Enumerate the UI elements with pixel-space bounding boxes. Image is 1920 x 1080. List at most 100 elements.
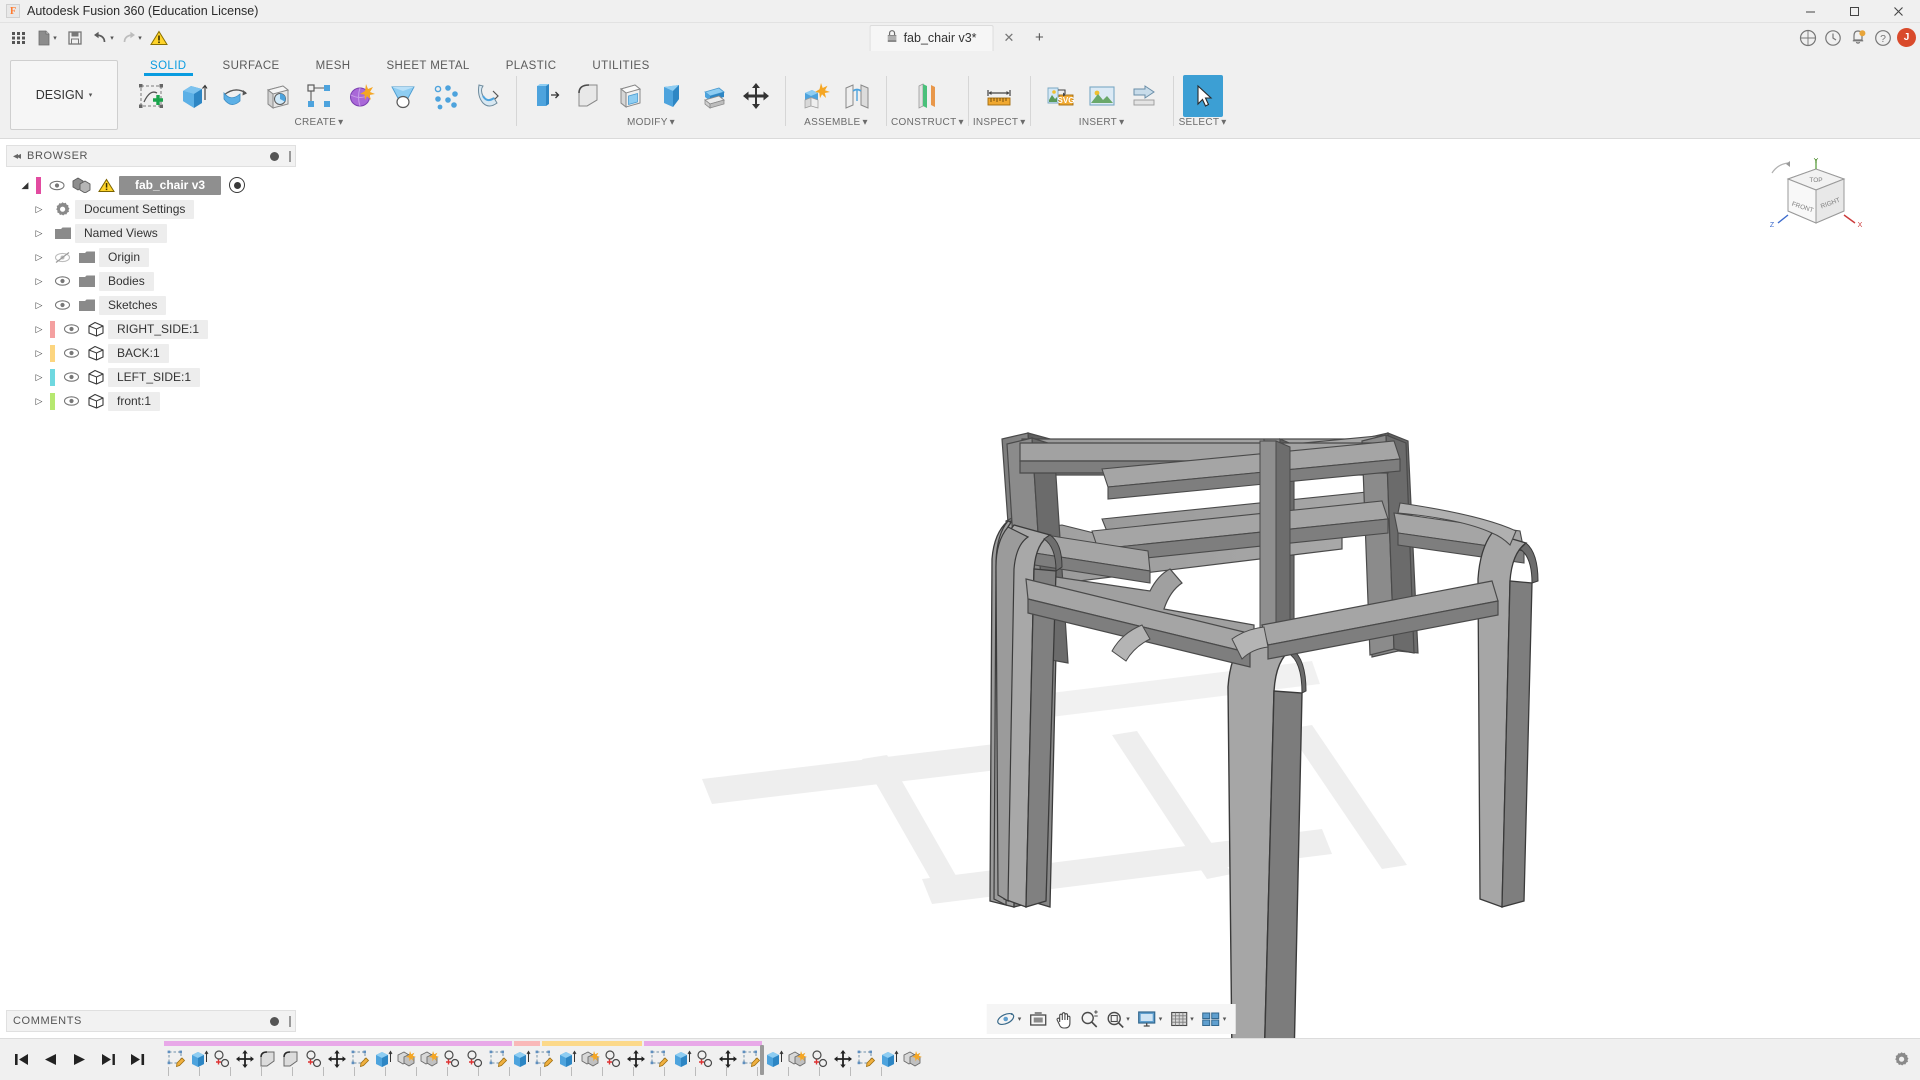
insert-svg-tool[interactable]: SVG xyxy=(1040,75,1080,117)
help-icon[interactable]: ? xyxy=(1872,27,1894,49)
sweep-tool[interactable] xyxy=(257,75,297,117)
tree-item-back[interactable]: ▷ BACK:1 xyxy=(0,341,302,365)
document-tab-fab-chair[interactable]: fab_chair v3* xyxy=(869,24,994,51)
chair-model[interactable] xyxy=(302,139,1920,1038)
workspace-switcher[interactable]: DESIGN ▾ xyxy=(10,60,118,130)
extensions-icon[interactable] xyxy=(1797,27,1819,49)
loft-tool[interactable] xyxy=(383,75,423,117)
tab-utilities[interactable]: UTILITIES xyxy=(574,60,667,74)
shell-tool[interactable] xyxy=(610,75,650,117)
new-tab-button[interactable]: + xyxy=(1028,29,1050,46)
visibility-eye-off-icon[interactable] xyxy=(50,251,74,264)
chevron-down-icon[interactable]: ▾ xyxy=(110,34,114,42)
tab-sheet-metal[interactable]: SHEET METAL xyxy=(368,60,487,74)
view-cube[interactable]: TOP FRONT RIGHT Y X Z xyxy=(1758,157,1868,267)
grid-snap-icon[interactable]: ▾ xyxy=(1166,1006,1197,1032)
select-tool[interactable] xyxy=(1182,75,1223,117)
split-body-tool[interactable] xyxy=(694,75,734,117)
chevron-down-icon[interactable]: ▾ xyxy=(958,117,963,128)
viewports-icon[interactable]: ▾ xyxy=(1198,1006,1230,1032)
measure-tool[interactable] xyxy=(979,75,1019,117)
tree-item-front[interactable]: ▷ front:1 xyxy=(0,389,302,413)
expand-triangle-icon[interactable]: ▷ xyxy=(28,228,50,239)
press-pull-tool[interactable] xyxy=(526,75,566,117)
zoom-icon[interactable] xyxy=(1076,1006,1101,1032)
visibility-eye-icon[interactable] xyxy=(59,347,83,359)
tree-item-sketches[interactable]: ▷ Sketches xyxy=(0,293,302,317)
expand-triangle-icon[interactable]: ▷ xyxy=(28,324,50,335)
job-status-icon[interactable] xyxy=(1822,27,1844,49)
offset-plane-tool[interactable] xyxy=(907,75,947,117)
expand-triangle-icon[interactable]: ◢ xyxy=(14,180,36,191)
step-back-button[interactable] xyxy=(37,1047,63,1073)
expand-triangle-icon[interactable]: ▷ xyxy=(28,252,50,263)
user-avatar[interactable]: J xyxy=(1897,28,1916,47)
timeline-group-bar[interactable] xyxy=(164,1040,512,1046)
chevron-down-icon[interactable]: ▾ xyxy=(89,91,93,99)
go-to-beginning-button[interactable] xyxy=(8,1047,34,1073)
timeline-group-bar[interactable] xyxy=(542,1040,642,1046)
app-grid-icon[interactable] xyxy=(6,25,32,51)
minimize-button[interactable] xyxy=(1788,0,1832,23)
tree-root-fab-chair[interactable]: ◢ fab_chair v3 xyxy=(0,173,302,197)
fillet-tool[interactable] xyxy=(568,75,608,117)
timeline-group-bar[interactable] xyxy=(514,1040,540,1046)
maximize-button[interactable] xyxy=(1832,0,1876,23)
close-button[interactable] xyxy=(1876,0,1920,23)
chevron-down-icon[interactable]: ▾ xyxy=(1126,1015,1130,1023)
expand-triangle-icon[interactable]: ▷ xyxy=(28,396,50,407)
panel-select-label[interactable]: SELECT ▾ xyxy=(1179,117,1227,128)
chevron-down-icon[interactable]: ▾ xyxy=(1190,1015,1194,1023)
new-component-tool[interactable] xyxy=(795,75,835,117)
look-at-icon[interactable] xyxy=(1025,1006,1050,1032)
timeline-group-bar[interactable] xyxy=(644,1040,762,1046)
insert-mcmaster-tool[interactable] xyxy=(1124,75,1164,117)
chevron-down-icon[interactable]: ▾ xyxy=(1223,1015,1227,1023)
joint-tool[interactable] xyxy=(837,75,877,117)
tree-item-right-side[interactable]: ▷ RIGHT_SIDE:1 xyxy=(0,317,302,341)
visibility-eye-icon[interactable] xyxy=(50,275,74,287)
visibility-eye-icon[interactable] xyxy=(59,371,83,383)
undo-button[interactable]: ▾ xyxy=(90,25,116,51)
orbit-icon[interactable]: ▾ xyxy=(993,1006,1025,1032)
rib-tool[interactable] xyxy=(425,75,465,117)
expand-triangle-icon[interactable]: ▷ xyxy=(28,204,50,215)
chevron-down-icon[interactable]: ▾ xyxy=(1221,117,1226,128)
tab-solid[interactable]: SOLID xyxy=(132,60,205,76)
visibility-eye-icon[interactable] xyxy=(59,395,83,407)
step-forward-button[interactable] xyxy=(95,1047,121,1073)
tree-item-document-settings[interactable]: ▷ Document Settings xyxy=(0,197,302,221)
gear-icon[interactable] xyxy=(1888,1047,1914,1073)
chevron-down-icon[interactable]: ▾ xyxy=(1159,1015,1163,1023)
timeline-track[interactable] xyxy=(164,1039,1920,1080)
chevron-down-icon[interactable]: ▾ xyxy=(670,117,675,128)
new-document-button[interactable]: ▾ xyxy=(34,25,60,51)
tree-item-named-views[interactable]: ▷ Named Views xyxy=(0,221,302,245)
panel-resize-handle[interactable] xyxy=(289,150,291,162)
activate-component-radio[interactable] xyxy=(229,177,246,193)
expand-triangle-icon[interactable]: ▷ xyxy=(28,348,50,359)
chevron-down-icon[interactable]: ▾ xyxy=(1119,117,1124,128)
emboss-tool[interactable] xyxy=(467,75,507,117)
save-button[interactable] xyxy=(62,25,88,51)
redo-button[interactable]: ▾ xyxy=(118,25,144,51)
chevron-down-icon[interactable]: ▾ xyxy=(1018,1015,1022,1023)
expand-triangle-icon[interactable]: ▷ xyxy=(28,372,50,383)
tab-mesh[interactable]: MESH xyxy=(298,60,369,74)
go-to-end-button[interactable] xyxy=(124,1047,150,1073)
pattern-tool[interactable] xyxy=(299,75,339,117)
panel-menu-icon[interactable] xyxy=(270,151,279,161)
visibility-eye-icon[interactable] xyxy=(50,299,74,311)
timeline-marker[interactable] xyxy=(760,1044,764,1075)
visibility-eye-icon[interactable] xyxy=(59,323,83,335)
panel-construct-label[interactable]: CONSTRUCT ▾ xyxy=(891,117,964,128)
panel-modify-label[interactable]: MODIFY ▾ xyxy=(627,117,675,128)
tree-item-left-side[interactable]: ▷ LEFT_SIDE:1 xyxy=(0,365,302,389)
panel-insert-label[interactable]: INSERT ▾ xyxy=(1079,117,1125,128)
create-sketch-tool[interactable] xyxy=(131,75,171,117)
close-icon[interactable]: ✕ xyxy=(1004,30,1015,46)
chevron-down-icon[interactable]: ▾ xyxy=(1020,117,1025,128)
panel-assemble-label[interactable]: ASSEMBLE ▾ xyxy=(804,117,868,128)
draft-tool[interactable] xyxy=(652,75,692,117)
collapse-icon[interactable]: ◂◂ xyxy=(13,151,21,162)
